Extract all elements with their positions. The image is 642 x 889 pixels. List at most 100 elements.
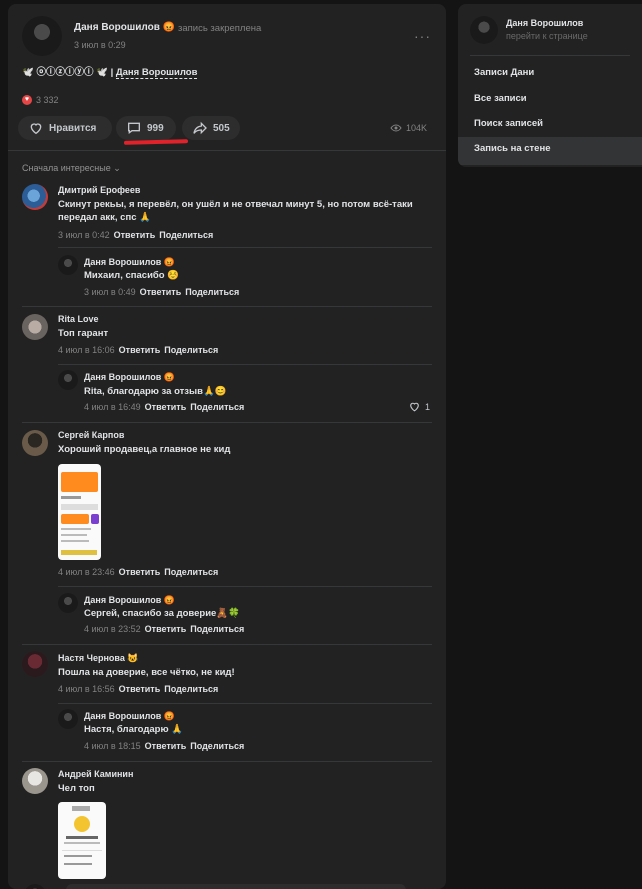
avatar[interactable] bbox=[22, 768, 48, 794]
share-comment-button[interactable]: Поделиться bbox=[159, 230, 213, 240]
sidebar-item-wall-post[interactable]: Запись на стене bbox=[474, 143, 550, 154]
comment-author[interactable]: Андрей Каминин bbox=[58, 769, 133, 779]
post-card: Даня Ворошилов 😡 запись закреплена 3 июл… bbox=[8, 4, 446, 889]
avatar bbox=[24, 884, 46, 889]
comment-date[interactable]: 3 июл в 0:49 bbox=[84, 287, 136, 297]
comment-meta: 4 июл в 16:06 Ответить Поделиться bbox=[58, 345, 218, 355]
sort-dropdown[interactable]: Сначала интересные ⌄ bbox=[22, 163, 121, 174]
comment-text: Настя, благодарю 🙏 bbox=[84, 724, 184, 735]
reply-button[interactable]: Ответить bbox=[119, 567, 161, 577]
share-comment-button[interactable]: Поделиться bbox=[190, 741, 244, 751]
heart-icon bbox=[410, 402, 419, 412]
comment-text: Топ гарант bbox=[58, 328, 109, 339]
comment-author[interactable]: Даня Ворошилов 😡 bbox=[84, 372, 175, 383]
reply-button[interactable]: Ответить bbox=[145, 741, 187, 751]
divider bbox=[58, 703, 432, 704]
comment-meta: 4 июл в 23:52 Ответить Поделиться bbox=[84, 624, 244, 634]
share-comment-button[interactable]: Поделиться bbox=[190, 624, 244, 634]
reply-button[interactable]: Ответить bbox=[119, 345, 161, 355]
reply-button[interactable]: Ответить bbox=[119, 684, 161, 694]
share-comment-button[interactable]: Поделиться bbox=[164, 345, 218, 355]
comment-date[interactable]: 4 июл в 23:46 bbox=[58, 567, 115, 577]
comment-date[interactable]: 4 июл в 16:56 bbox=[58, 684, 115, 694]
author-name[interactable]: Даня Ворошилов 😡 bbox=[74, 22, 175, 33]
sidebar-item-all-posts[interactable]: Все записи bbox=[474, 93, 527, 104]
comment-author[interactable]: Rita Love bbox=[58, 314, 99, 324]
heart-reaction-icon: ♥ bbox=[22, 95, 32, 105]
eye-icon bbox=[390, 124, 402, 132]
divider bbox=[470, 55, 630, 56]
views: 104K bbox=[390, 122, 427, 134]
profile-link[interactable]: перейти к странице bbox=[506, 31, 588, 41]
sidebar-item-user-posts[interactable]: Записи Дани bbox=[474, 67, 534, 78]
comment-meta: 4 июл в 16:49 Ответить Поделиться bbox=[84, 402, 244, 412]
divider bbox=[22, 644, 432, 645]
divider bbox=[22, 306, 432, 307]
comment-author[interactable]: Настя Чернова 😺 bbox=[58, 653, 139, 664]
comment-icon bbox=[128, 122, 140, 134]
post-text: 🕊️ ⓞⓘⓩⓘⓨⓘ 🕊️ | Даня Ворошилов bbox=[22, 67, 198, 79]
avatar[interactable] bbox=[58, 255, 78, 275]
comment-author[interactable]: Даня Ворошилов 😡 bbox=[84, 595, 175, 606]
comment-text: Хороший продавец,а главное не кид bbox=[58, 444, 231, 455]
comment-date[interactable]: 4 июл в 18:15 bbox=[84, 741, 141, 751]
divider bbox=[58, 247, 432, 248]
share-button[interactable]: 505 bbox=[182, 116, 240, 140]
avatar[interactable] bbox=[22, 651, 48, 677]
divider bbox=[22, 761, 432, 762]
like-label: Нравится bbox=[49, 122, 97, 134]
avatar[interactable] bbox=[470, 16, 498, 44]
comments-button[interactable]: 999 bbox=[116, 116, 176, 140]
avatar[interactable] bbox=[58, 370, 78, 390]
avatar[interactable] bbox=[22, 184, 48, 210]
comment-text: передал акк, спс 🙏 bbox=[58, 212, 151, 223]
author-avatar[interactable] bbox=[22, 16, 62, 56]
share-comment-button[interactable]: Поделиться bbox=[164, 684, 218, 694]
sidebar-item-search-posts[interactable]: Поиск записей bbox=[474, 118, 543, 129]
comment-author[interactable]: Даня Ворошилов 😡 bbox=[84, 711, 175, 722]
comment-text: Чел топ bbox=[58, 783, 95, 794]
comment-date[interactable]: 4 июл в 16:06 bbox=[58, 345, 115, 355]
divider bbox=[58, 364, 432, 365]
reply-button[interactable]: Ответить bbox=[140, 287, 182, 297]
comment-author[interactable]: Дмитрий Ерофеев bbox=[58, 185, 140, 195]
reply-button[interactable]: Ответить bbox=[114, 230, 156, 240]
divider bbox=[8, 150, 446, 151]
pinned-label: запись закреплена bbox=[178, 23, 262, 34]
share-comment-button[interactable]: Поделиться bbox=[190, 402, 244, 412]
sidebar-name[interactable]: Даня Ворошилов bbox=[506, 18, 583, 28]
share-icon bbox=[193, 121, 207, 135]
divider bbox=[22, 422, 432, 423]
reactions[interactable]: ♥ 3 332 bbox=[22, 95, 59, 105]
share-comment-button[interactable]: Поделиться bbox=[185, 287, 239, 297]
chevron-down-icon: ⌄ bbox=[113, 163, 121, 173]
comment-input[interactable] bbox=[66, 884, 406, 889]
comment-date[interactable]: 4 июл в 16:49 bbox=[84, 402, 141, 412]
comment-text: Сергей, спасибо за доверие🧸🍀 bbox=[84, 608, 240, 619]
comment-author[interactable]: Даня Ворошилов 😡 bbox=[84, 257, 175, 268]
more-icon[interactable]: ··· bbox=[414, 28, 431, 44]
comment-text: Михаил, спасибо ☺️ bbox=[84, 270, 180, 281]
avatar[interactable] bbox=[22, 314, 48, 340]
heart-icon bbox=[30, 123, 42, 135]
avatar[interactable] bbox=[22, 430, 48, 456]
comment-date[interactable]: 4 июл в 23:52 bbox=[84, 624, 141, 634]
post-text-link[interactable]: Даня Ворошилов bbox=[115, 67, 198, 79]
comment-text: Скинут рекьы, я перевёл, он ушёл и не от… bbox=[58, 199, 413, 210]
comment-like-count: 1 bbox=[425, 401, 431, 412]
comment-meta: 3 июл в 0:42 Ответить Поделиться bbox=[58, 230, 213, 240]
reply-button[interactable]: Ответить bbox=[145, 624, 187, 634]
comment-meta: 4 июл в 23:46 Ответить Поделиться bbox=[58, 567, 218, 577]
reactions-count: 3 332 bbox=[36, 95, 59, 105]
avatar[interactable] bbox=[58, 593, 78, 613]
attached-screenshot[interactable] bbox=[58, 464, 101, 560]
post-date[interactable]: 3 июл в 0:29 bbox=[74, 40, 126, 50]
reply-button[interactable]: Ответить bbox=[145, 402, 187, 412]
comment-author[interactable]: Сергей Карпов bbox=[58, 430, 124, 440]
comment-like[interactable]: 1 bbox=[408, 400, 430, 413]
comment-date[interactable]: 3 июл в 0:42 bbox=[58, 230, 110, 240]
like-button[interactable]: Нравится bbox=[18, 116, 112, 140]
share-comment-button[interactable]: Поделиться bbox=[164, 567, 218, 577]
avatar[interactable] bbox=[58, 709, 78, 729]
attached-screenshot[interactable] bbox=[58, 802, 106, 879]
